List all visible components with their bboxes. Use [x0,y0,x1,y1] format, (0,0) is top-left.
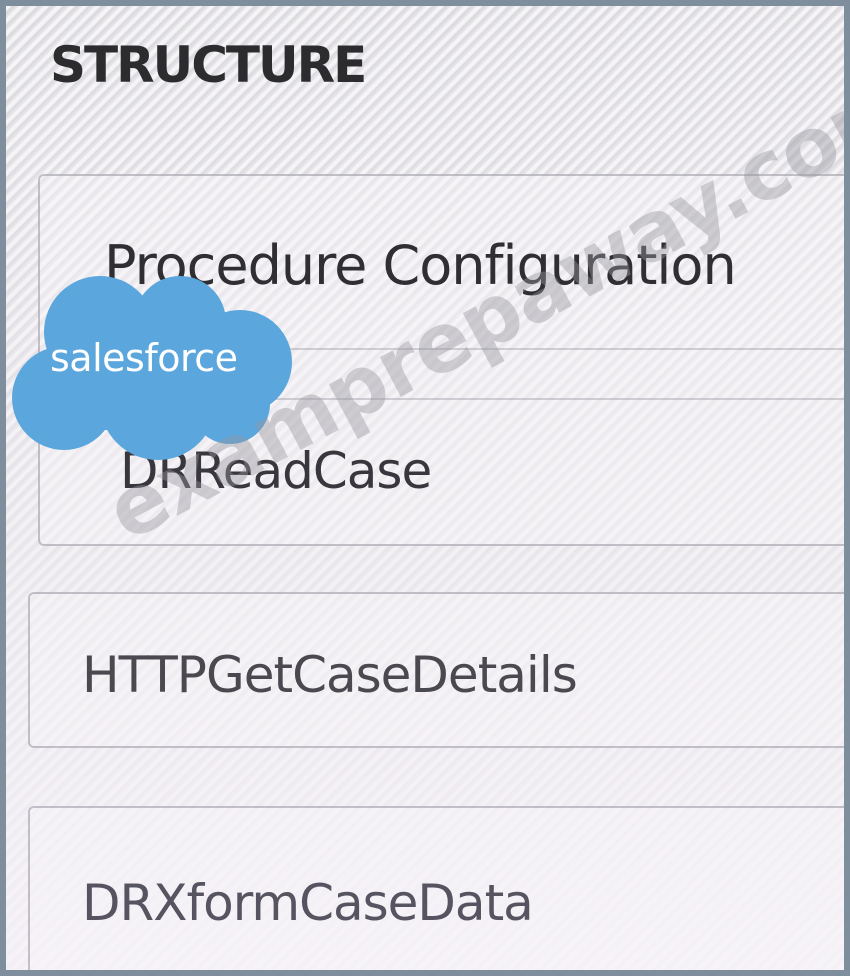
structure-item-drxformcasedata[interactable]: DRXformCaseData [28,806,844,970]
salesforce-logo-text: salesforce [50,336,238,380]
structure-item-httpgetcasedetails[interactable]: HTTPGetCaseDetails [28,592,844,748]
panel-title: STRUCTURE [50,36,367,94]
structure-item-label: HTTPGetCaseDetails [82,646,578,704]
screenshot-frame: STRUCTURE Procedure Configuration DRRead… [0,0,850,976]
structure-item-label: DRXformCaseData [82,874,534,932]
